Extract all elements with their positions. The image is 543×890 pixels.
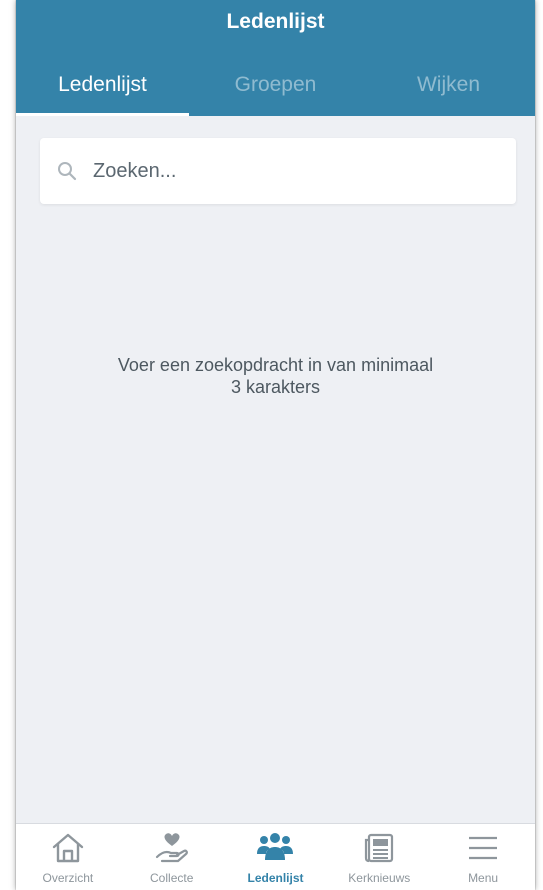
nav-item-kerknieuws[interactable]: Kerknieuws [327, 824, 431, 890]
search-bar[interactable] [40, 138, 516, 204]
search-icon [58, 162, 77, 181]
nav-label: Ledenlijst [247, 871, 304, 885]
nav-label: Overzicht [42, 871, 94, 885]
page-title: Ledenlijst [226, 10, 325, 33]
header-bar: Ledenlijst Ledenlijst Groepen Wijken [16, 0, 535, 116]
newspaper-icon [365, 833, 394, 863]
tab-ledenlijst[interactable]: Ledenlijst [16, 60, 189, 116]
nav-item-ledenlijst[interactable]: Ledenlijst [224, 824, 328, 890]
nav-label: Menu [468, 871, 499, 885]
nav-item-collecte[interactable]: Collecte [120, 824, 224, 890]
empty-state-message: Voer een zoekopdracht in van minimaal 3 … [117, 355, 434, 397]
bottom-navigation: Overzicht Collecte Ledenlijst Kerknieuws… [16, 823, 535, 890]
home-icon [52, 833, 84, 863]
nav-label: Collecte [150, 871, 194, 885]
heart-hand-icon [155, 833, 188, 863]
people-icon [257, 833, 294, 860]
nav-label: Kerknieuws [348, 871, 411, 885]
tab-wijken[interactable]: Wijken [362, 60, 535, 116]
nav-item-menu[interactable]: Menu [431, 824, 535, 890]
app-screen: Ledenlijst Ledenlijst Groepen Wijken Voe… [16, 0, 535, 890]
tab-bar: Ledenlijst Groepen Wijken [16, 60, 535, 116]
nav-item-overzicht[interactable]: Overzicht [16, 824, 120, 890]
tab-groepen[interactable]: Groepen [189, 60, 362, 116]
search-input[interactable] [91, 158, 475, 184]
menu-icon [469, 836, 498, 860]
